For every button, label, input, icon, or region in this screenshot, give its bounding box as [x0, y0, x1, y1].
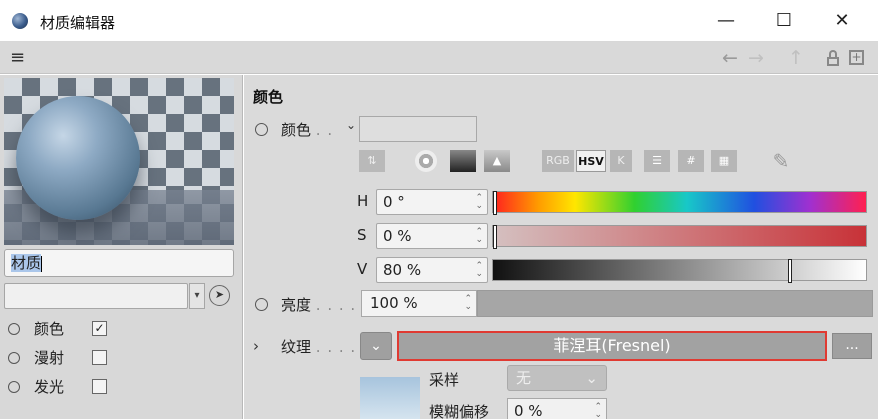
param-radio-icon[interactable]: [255, 298, 268, 311]
text-caret: [41, 255, 43, 272]
value-label: V: [357, 260, 368, 278]
value-slider[interactable]: [492, 259, 867, 283]
material-preview[interactable]: [4, 78, 234, 245]
channel-label-luminance: 发光: [34, 378, 65, 396]
texture-label: 纹理: [281, 338, 312, 356]
label-dots: . . . .: [315, 338, 357, 356]
section-title: 颜色: [253, 88, 284, 106]
title-bar: 材质编辑器 — ☐ ✕: [0, 0, 878, 42]
channel-label-diffuse: 漫射: [34, 349, 65, 367]
brightness-label: 亮度: [281, 296, 312, 314]
brightness-input[interactable]: 100 % ⌃ ⌄: [361, 290, 477, 317]
hue-slider[interactable]: [492, 191, 867, 215]
material-name-text: 材质: [11, 254, 42, 272]
hex-mode-button[interactable]: #: [678, 150, 704, 172]
saturation-input[interactable]: 0 % ⌃ ⌄: [376, 223, 488, 249]
collapse-picker-icon[interactable]: ⇅: [359, 150, 385, 172]
attributes-panel: 颜色 颜色 . . ⌄ ⇅ ▲ RGB HSV K ☰ # ▦ ✎ H 0 ° ⌃…: [244, 75, 878, 419]
back-arrow-icon[interactable]: ←: [722, 47, 738, 69]
channel-checkbox-color[interactable]: ✓: [92, 321, 107, 336]
sampling-label: 采样: [429, 371, 460, 389]
cinema4d-app-icon: [12, 13, 28, 29]
channel-radio-icon[interactable]: [8, 352, 20, 364]
channel-checkbox-luminance[interactable]: [92, 379, 107, 394]
lock-icon[interactable]: [826, 50, 840, 66]
value-handle[interactable]: [788, 259, 793, 283]
layer-select[interactable]: [4, 283, 188, 309]
forward-arrow-icon[interactable]: →: [748, 47, 764, 69]
blur-offset-label: 模糊偏移: [429, 403, 490, 419]
channel-label-color: 颜色: [34, 320, 65, 338]
preview-sphere: [16, 96, 140, 220]
label-dots: . .: [315, 121, 334, 139]
spectrum-icon[interactable]: [450, 150, 476, 172]
color-mixer-icon[interactable]: ☰: [644, 150, 670, 172]
texture-thumbnail[interactable]: [360, 377, 420, 419]
hue-label: H: [357, 192, 369, 210]
kelvin-mode-button[interactable]: K: [610, 150, 632, 172]
window-title: 材质编辑器: [40, 14, 116, 32]
up-arrow-icon[interactable]: ↑: [788, 47, 804, 69]
layer-dropdown-button[interactable]: ▾: [189, 283, 205, 309]
image-picker-icon[interactable]: ▲: [484, 150, 510, 172]
minimize-button[interactable]: —: [706, 8, 746, 34]
new-window-icon[interactable]: +: [849, 50, 864, 65]
maximize-button[interactable]: ☐: [764, 8, 804, 34]
label-dots: . . . .: [315, 296, 357, 314]
channel-radio-icon[interactable]: [8, 323, 20, 335]
texture-shader-button[interactable]: 菲涅耳(Fresnel): [397, 331, 827, 361]
blur-offset-input[interactable]: 0 % ⌃ ⌄: [507, 398, 607, 419]
material-name-field[interactable]: 材质: [4, 249, 234, 277]
color-param-label: 颜色: [281, 121, 312, 139]
hsv-mode-button[interactable]: HSV: [576, 150, 606, 172]
hamburger-menu-icon[interactable]: ≡: [10, 49, 25, 67]
texture-dropdown-button[interactable]: ⌄: [360, 332, 392, 360]
color-swatch[interactable]: [359, 116, 477, 142]
texture-expand-icon[interactable]: ›: [253, 337, 259, 355]
sampling-dropdown-icon: ⌄: [585, 369, 598, 387]
channel-checkbox-diffuse[interactable]: [92, 350, 107, 365]
close-button[interactable]: ✕: [822, 8, 862, 34]
saturation-slider[interactable]: [492, 225, 867, 249]
color-dropdown-icon[interactable]: ⌄: [346, 118, 356, 132]
texture-more-button[interactable]: ...: [832, 333, 872, 359]
eyedropper-icon[interactable]: ✎: [767, 150, 795, 172]
pick-cursor-icon[interactable]: ➤: [209, 285, 230, 306]
material-left-panel: 材质 ▾ ➤ 颜色 ✓ 漫射 发光: [0, 75, 243, 419]
sampling-select[interactable]: 无 ⌄: [507, 365, 607, 391]
hue-handle[interactable]: [493, 191, 497, 215]
param-radio-icon[interactable]: [255, 123, 268, 136]
brightness-slider[interactable]: [477, 290, 873, 317]
channel-radio-icon[interactable]: [8, 381, 20, 393]
value-input[interactable]: 80 % ⌃ ⌄: [376, 257, 488, 283]
color-wheel-icon[interactable]: [415, 150, 437, 172]
swatches-icon[interactable]: ▦: [711, 150, 737, 172]
saturation-label: S: [357, 226, 367, 244]
rgb-mode-button[interactable]: RGB: [542, 150, 574, 172]
menu-bar: ≡ ← → ↑ +: [0, 42, 878, 74]
saturation-handle[interactable]: [493, 225, 497, 249]
hue-input[interactable]: 0 ° ⌃ ⌄: [376, 189, 488, 215]
